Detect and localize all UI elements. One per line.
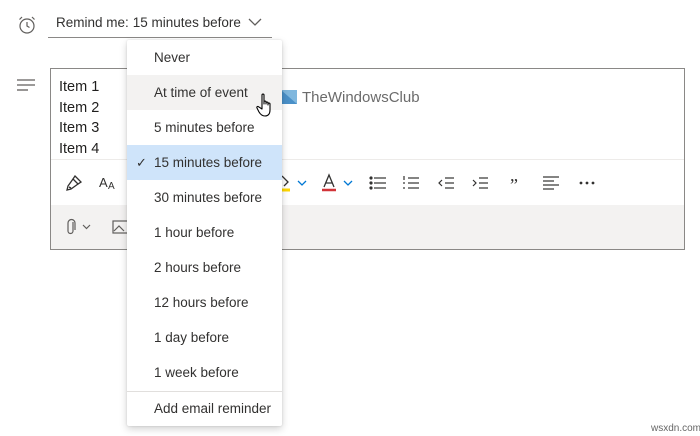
checkmark-icon: ✓ [136, 155, 147, 170]
editor-line: Item 3 [59, 120, 100, 136]
site-watermark: wsxdn.com [651, 423, 700, 434]
increase-indent-icon[interactable] [469, 172, 491, 194]
chevron-down-icon [248, 18, 262, 26]
quote-icon[interactable]: ” [506, 172, 528, 194]
menu-item-label: 12 hours before [154, 295, 249, 310]
decrease-indent-icon[interactable] [435, 172, 457, 194]
editor-line: Item 2 [59, 99, 100, 116]
bulleted-list-icon[interactable] [367, 172, 389, 194]
svg-text:A: A [99, 175, 108, 190]
alarm-clock-icon [16, 14, 38, 36]
remind-me-value: 15 minutes before [132, 15, 241, 30]
editor-content[interactable]: Item 1 Item 2 Item 3 Item 4 [59, 77, 99, 159]
menu-item-label: 5 minutes before [154, 120, 255, 135]
menu-item-label: 1 week before [154, 365, 239, 380]
format-painter-icon[interactable] [63, 172, 85, 194]
menu-item-label: 30 minutes before [154, 190, 263, 205]
menu-item-label: Never [154, 50, 191, 65]
menu-item-label: At time of event [154, 85, 248, 100]
numbered-list-icon[interactable] [400, 172, 422, 194]
menu-item-label: Add email reminder [154, 401, 272, 416]
remind-me-label: Remind me: [56, 15, 129, 30]
menu-item-never[interactable]: Never [127, 40, 282, 75]
menu-item-1-day-before[interactable]: 1 day before [127, 320, 282, 355]
windows-club-logo-icon [281, 90, 297, 104]
font-size-icon[interactable]: A A [97, 172, 121, 194]
more-options-icon[interactable] [576, 172, 598, 194]
remind-me-dropdown[interactable]: Remind me: 15 minutes before [48, 8, 272, 38]
menu-item-30-minutes-before[interactable]: 30 minutes before [127, 180, 282, 215]
svg-text:”: ” [510, 176, 518, 190]
menu-item-2-hours-before[interactable]: 2 hours before [127, 250, 282, 285]
font-color-button[interactable] [319, 172, 359, 194]
add-email-reminder-button[interactable]: Add email reminder [127, 392, 282, 426]
notes-icon [16, 78, 36, 94]
hand-cursor-icon [256, 93, 276, 119]
align-left-icon[interactable] [540, 172, 562, 194]
menu-item-label: 2 hours before [154, 260, 242, 275]
editor-line: Item 4 [59, 140, 100, 157]
svg-text:A: A [108, 181, 115, 192]
watermark-text: TheWindowsClub [302, 88, 420, 106]
menu-item-label: 1 hour before [154, 225, 235, 240]
attach-file-button[interactable] [65, 216, 95, 238]
menu-item-1-hour-before[interactable]: 1 hour before [127, 215, 282, 250]
editor-line: Item 1 [59, 79, 100, 95]
menu-item-15-minutes-before[interactable]: ✓ 15 minutes before [127, 145, 282, 180]
menu-item-label: 15 minutes before [154, 155, 263, 170]
menu-item-1-week-before[interactable]: 1 week before [127, 355, 282, 390]
menu-item-12-hours-before[interactable]: 12 hours before [127, 285, 282, 320]
watermark: TheWindowsClub [280, 88, 420, 106]
menu-item-label: 1 day before [154, 330, 230, 345]
